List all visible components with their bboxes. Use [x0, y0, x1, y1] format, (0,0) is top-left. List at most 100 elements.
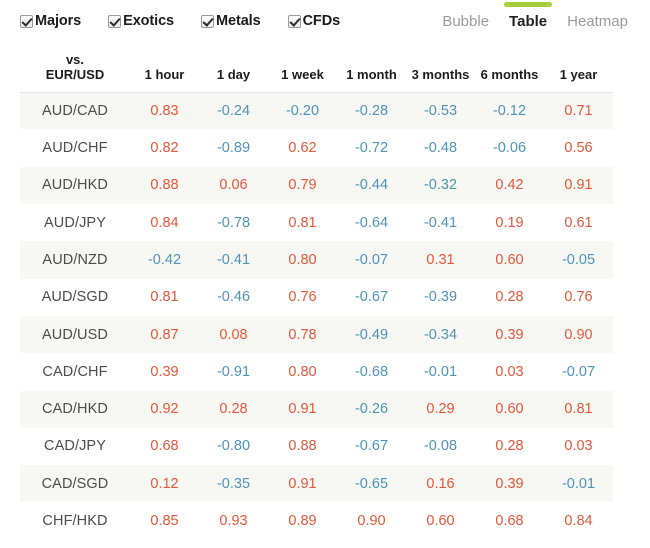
header-col-1-year[interactable]: 1 year [544, 46, 613, 93]
correlation-cell: -0.42 [130, 241, 199, 279]
correlation-cell: 0.78 [268, 315, 337, 354]
header-vs-label: vs. [65, 52, 85, 67]
correlation-cell: 0.03 [475, 353, 544, 391]
correlation-cell: 0.68 [130, 427, 199, 466]
header-col-1-week[interactable]: 1 week [268, 46, 337, 93]
table-row[interactable]: CAD/CHF 0.39 -0.91 0.80 -0.68 -0.01 0.03 -0.07 [20, 353, 613, 391]
tab-heatmap[interactable]: Heatmap [565, 9, 630, 33]
correlation-cell: -0.49 [337, 315, 406, 354]
correlation-cell: 0.85 [130, 502, 199, 540]
table-row[interactable]: AUD/CHF 0.82 -0.89 0.62 -0.72 -0.48 -0.06 0.56 [20, 129, 613, 167]
correlation-cell: -0.28 [337, 92, 406, 130]
checkbox-cfds-icon[interactable] [287, 14, 301, 28]
tab-table[interactable]: Table [504, 2, 553, 33]
header-col-1-day[interactable]: 1 day [199, 46, 268, 93]
tab-bubble[interactable]: Bubble [440, 9, 491, 33]
row-pair-label: CAD/CHF [20, 353, 130, 391]
correlation-cell: 0.08 [199, 315, 268, 354]
checkbox-exotics-icon[interactable] [108, 14, 122, 28]
correlation-cell: 0.31 [406, 241, 475, 279]
row-pair-label: CHF/HKD [20, 502, 130, 540]
correlation-cell: 0.62 [268, 129, 337, 167]
correlation-cell: -0.05 [544, 241, 613, 279]
correlation-cell: -0.07 [337, 241, 406, 279]
correlation-cell: 0.16 [406, 465, 475, 503]
correlation-cell: -0.46 [199, 278, 268, 316]
table-body: AUD/CAD 0.83 -0.24 -0.20 -0.28 -0.53 -0.12 0.71… [20, 92, 613, 540]
checkbox-metals-icon[interactable] [201, 14, 215, 28]
filter-exotics[interactable]: Exotics [108, 13, 174, 29]
correlation-cell: 0.88 [130, 166, 199, 205]
correlation-cell: 0.39 [475, 465, 544, 503]
header-row: vs. EUR/USD 1 hour 1 day 1 week 1 month … [20, 46, 613, 93]
correlation-cell: -0.08 [406, 427, 475, 466]
correlation-cell: 0.19 [475, 204, 544, 242]
table-row[interactable]: CHF/HKD 0.85 0.93 0.89 0.90 0.60 0.68 0.84 [20, 502, 613, 540]
filter-cfds[interactable]: CFDs [287, 13, 341, 29]
table-row[interactable]: AUD/SGD 0.81 -0.46 0.76 -0.67 -0.39 0.28 0.76 [20, 278, 613, 316]
correlation-cell: 0.81 [130, 278, 199, 316]
correlation-cell: -0.35 [199, 465, 268, 503]
table-row[interactable]: AUD/CAD 0.83 -0.24 -0.20 -0.28 -0.53 -0.12 0.71 [20, 92, 613, 130]
correlation-cell: -0.48 [406, 129, 475, 167]
correlation-cell: -0.01 [544, 465, 613, 503]
correlation-cell: -0.78 [199, 204, 268, 242]
correlation-cell: 0.29 [406, 390, 475, 428]
correlation-cell: 0.80 [268, 353, 337, 391]
correlation-cell: 0.90 [544, 315, 613, 354]
correlation-cell: -0.67 [337, 278, 406, 316]
header-col-1-month[interactable]: 1 month [337, 46, 406, 93]
correlation-cell: -0.89 [199, 129, 268, 167]
header-col-3-months[interactable]: 3 months [406, 46, 475, 93]
correlation-cell: -0.80 [199, 427, 268, 466]
correlation-cell: -0.07 [544, 353, 613, 391]
correlation-cell: -0.67 [337, 427, 406, 466]
table-row[interactable]: AUD/NZD -0.42 -0.41 0.80 -0.07 0.31 0.60 -0.05 [20, 241, 613, 279]
table-row[interactable]: AUD/HKD 0.88 0.06 0.79 -0.44 -0.32 0.42 0.91 [20, 166, 613, 205]
correlation-cell: -0.20 [268, 92, 337, 130]
table-row[interactable]: AUD/USD 0.87 0.08 0.78 -0.49 -0.34 0.39 0.90 [20, 315, 613, 354]
correlation-cell: 0.80 [268, 241, 337, 279]
correlation-cell: 0.91 [544, 166, 613, 205]
correlation-cell: 0.06 [199, 166, 268, 205]
correlation-cell: 0.28 [475, 278, 544, 316]
correlation-cell: 0.81 [268, 204, 337, 242]
correlation-cell: -0.64 [337, 204, 406, 242]
filter-metals[interactable]: Metals [201, 13, 261, 29]
checkbox-majors-icon[interactable] [20, 14, 33, 28]
correlation-cell: 0.03 [544, 427, 613, 466]
correlation-cell: 0.28 [475, 427, 544, 466]
filter-cfds-label: CFDs [302, 13, 341, 29]
correlation-cell: 0.76 [544, 278, 613, 316]
correlation-cell: -0.41 [199, 241, 268, 279]
correlation-cell: -0.39 [406, 278, 475, 316]
row-pair-label: AUD/CAD [20, 92, 130, 130]
header-base-symbol: EUR/USD [45, 67, 105, 83]
correlation-cell: 0.84 [544, 502, 613, 540]
filter-metals-label: Metals [216, 13, 261, 29]
header-base-pair: vs. EUR/USD [20, 46, 130, 93]
table-row[interactable]: CAD/JPY 0.68 -0.80 0.88 -0.67 -0.08 0.28 0.03 [20, 427, 613, 466]
correlation-cell: -0.72 [337, 129, 406, 167]
header-col-6-months[interactable]: 6 months [475, 46, 544, 93]
header-col-1-hour[interactable]: 1 hour [130, 46, 199, 93]
correlation-cell: 0.56 [544, 129, 613, 167]
row-pair-label: AUD/USD [20, 315, 130, 354]
table-row[interactable]: CAD/HKD 0.92 0.28 0.91 -0.26 0.29 0.60 0.81 [20, 390, 613, 428]
correlation-cell: -0.41 [406, 204, 475, 242]
correlation-cell: 0.84 [130, 204, 199, 242]
correlation-cell: 0.93 [199, 502, 268, 540]
filter-majors[interactable]: Majors [20, 13, 81, 29]
correlation-cell: -0.91 [199, 353, 268, 391]
filter-majors-label: Majors [35, 13, 82, 29]
correlation-cell: 0.42 [475, 166, 544, 205]
correlation-cell: -0.32 [406, 166, 475, 205]
row-pair-label: AUD/NZD [20, 241, 130, 279]
correlation-cell: -0.26 [337, 390, 406, 428]
table-row[interactable]: CAD/SGD 0.12 -0.35 0.91 -0.65 0.16 0.39 -0.01 [20, 465, 613, 503]
correlation-cell: 0.87 [130, 315, 199, 354]
table-row[interactable]: AUD/JPY 0.84 -0.78 0.81 -0.64 -0.41 0.19 0.61 [20, 204, 613, 242]
correlation-cell: 0.90 [337, 502, 406, 540]
row-pair-label: AUD/SGD [20, 278, 130, 316]
instrument-filter-group: Majors Exotics Metals CFDs [20, 13, 340, 29]
